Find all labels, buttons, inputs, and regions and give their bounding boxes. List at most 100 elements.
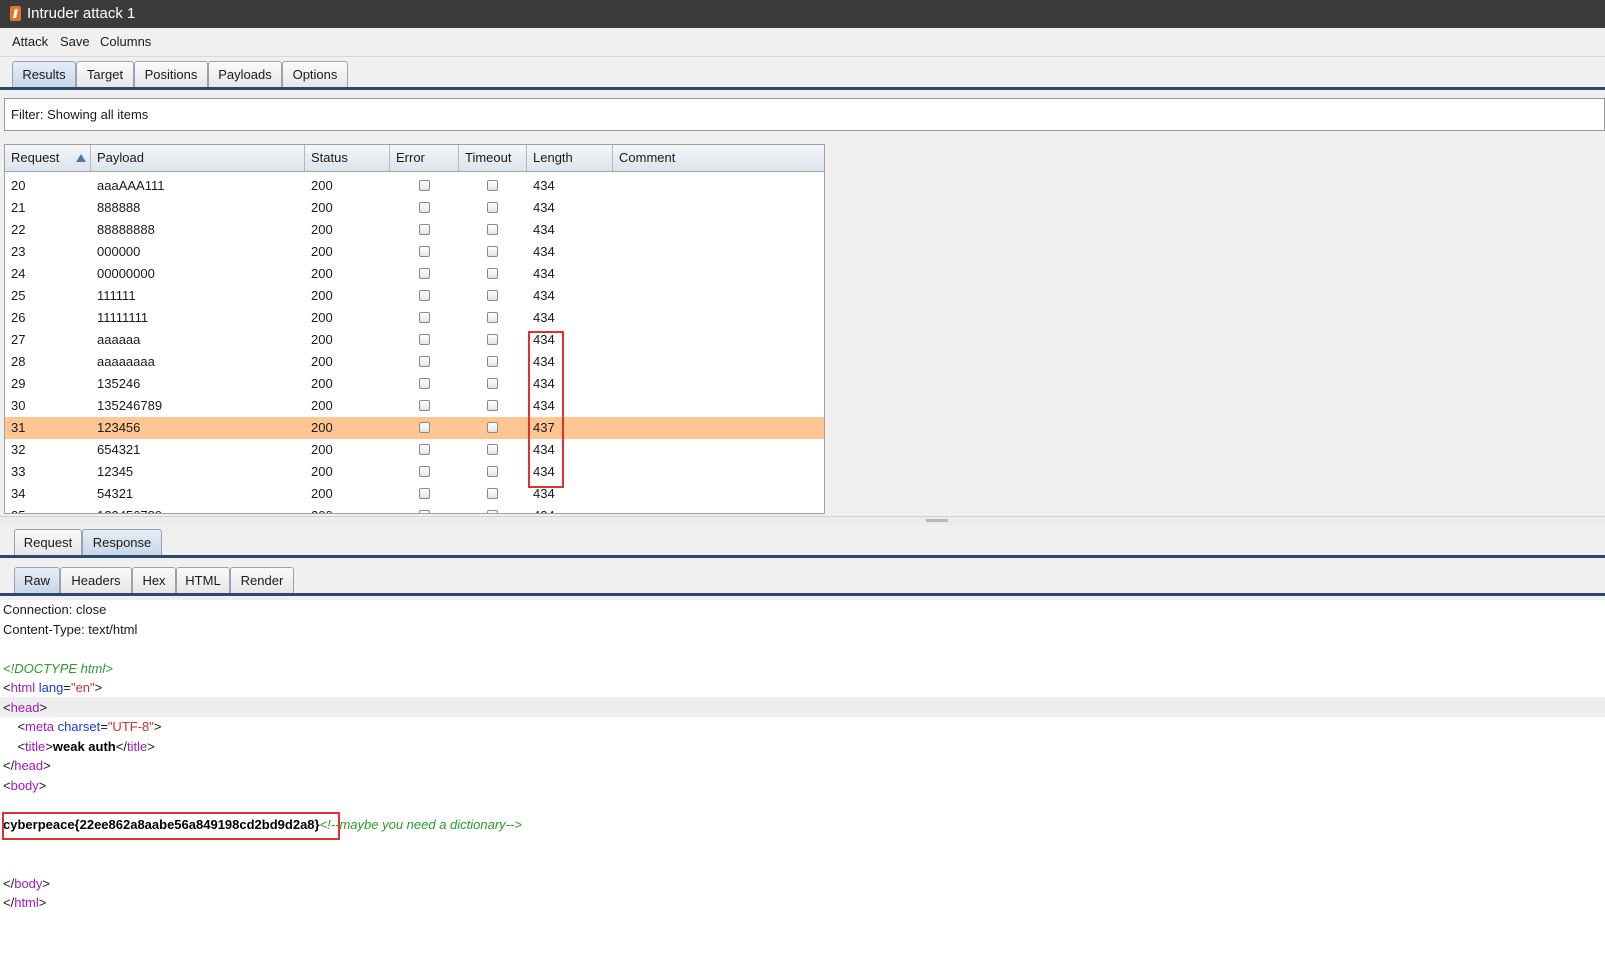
table-row[interactable]: 27 aaaaaa 200 434 [5,329,824,351]
tab-positions[interactable]: Positions [134,61,208,88]
title-bar: Intruder attack 1 [0,0,1605,28]
header-request[interactable]: Request [5,145,91,171]
splitter-grip-icon[interactable] [926,519,948,522]
burp-logo-icon [10,6,21,21]
cell-request: 33 [11,464,26,479]
timeout-checkbox[interactable] [487,488,498,499]
cell-payload: 654321 [97,442,141,457]
timeout-checkbox[interactable] [487,400,498,411]
table-row[interactable]: 35 123456789 200 434 [5,505,824,513]
header-content-type: Content-Type: text/html [3,622,138,637]
cell-length: 434 [533,310,555,325]
timeout-checkbox[interactable] [487,268,498,279]
error-checkbox[interactable] [419,312,430,323]
timeout-checkbox[interactable] [487,334,498,345]
error-checkbox[interactable] [419,202,430,213]
tab-html[interactable]: HTML [176,567,230,594]
tab-payloads[interactable]: Payloads [208,61,282,88]
table-row[interactable]: 32 654321 200 434 [5,439,824,461]
cell-status: 200 [311,266,333,281]
cell-status: 200 [311,200,333,215]
header-status[interactable]: Status [305,145,390,171]
table-row[interactable]: 23 000000 200 434 [5,241,824,263]
filter-bar[interactable]: Filter: Showing all items [4,98,1605,131]
error-checkbox[interactable] [419,378,430,389]
header-payload[interactable]: Payload [91,145,305,171]
table-row[interactable]: 31 123456 200 437 [5,417,824,439]
cell-status: 200 [311,354,333,369]
table-row[interactable]: 29 135246 200 434 [5,373,824,395]
timeout-checkbox[interactable] [487,510,498,513]
timeout-checkbox[interactable] [487,378,498,389]
table-row[interactable]: 30 135246789 200 434 [5,395,824,417]
tab-options[interactable]: Options [282,61,348,88]
tab-headers[interactable]: Headers [60,567,132,594]
doctype-line: <!DOCTYPE html> [3,661,113,676]
error-checkbox[interactable] [419,400,430,411]
table-row[interactable]: 22 88888888 200 434 [5,219,824,241]
cell-request: 35 [11,505,25,513]
table-row[interactable]: 26 11111111 200 434 [5,307,824,329]
error-checkbox[interactable] [419,510,430,513]
error-checkbox[interactable] [419,466,430,477]
cell-request: 24 [11,266,26,281]
cell-status: 200 [311,420,333,435]
error-checkbox[interactable] [419,180,430,191]
menu-attack[interactable]: Attack [12,34,48,49]
menu-save[interactable]: Save [60,34,90,49]
pane-splitter[interactable] [0,516,1605,525]
error-checkbox[interactable] [419,356,430,367]
tab-raw[interactable]: Raw [14,567,60,594]
tab-request[interactable]: Request [14,529,82,556]
cell-payload: aaaAAA111 [97,178,165,193]
cell-status: 200 [311,376,333,391]
table-row[interactable]: 25 111111 200 434 [5,285,824,307]
response-viewer[interactable]: Connection: close Content-Type: text/htm… [0,600,1605,960]
timeout-checkbox[interactable] [487,180,498,191]
tab-render[interactable]: Render [230,567,294,594]
table-row[interactable]: 28 aaaaaaaa 200 434 [5,351,824,373]
results-table: Request Payload Status Error Timeout Len… [4,144,825,514]
tab-hex[interactable]: Hex [132,567,176,594]
timeout-checkbox[interactable] [487,466,498,477]
tab-response[interactable]: Response [82,529,162,556]
table-row[interactable]: 24 00000000 200 434 [5,263,824,285]
timeout-checkbox[interactable] [487,312,498,323]
timeout-checkbox[interactable] [487,444,498,455]
timeout-checkbox[interactable] [487,246,498,257]
menu-columns[interactable]: Columns [100,34,151,49]
cell-request: 20 [11,178,26,193]
table-row[interactable]: 34 54321 200 434 [5,483,824,505]
cell-request: 23 [11,244,26,259]
error-checkbox[interactable] [419,246,430,257]
empty-area [826,144,1605,514]
head-open-line: <head> [3,700,48,715]
error-checkbox[interactable] [419,334,430,345]
timeout-checkbox[interactable] [487,224,498,235]
error-checkbox[interactable] [419,268,430,279]
error-checkbox[interactable] [419,488,430,499]
table-row[interactable]: 20 aaaAAA111 200 434 [5,175,824,197]
tab-results[interactable]: Results [12,61,76,88]
html-comment: <!--maybe you need a dictionary--> [319,817,522,832]
header-timeout[interactable]: Timeout [459,145,527,171]
timeout-checkbox[interactable] [487,290,498,301]
tab-target[interactable]: Target [76,61,134,88]
cell-request: 25 [11,288,26,303]
header-length[interactable]: Length [527,145,613,171]
error-checkbox[interactable] [419,290,430,301]
table-row[interactable]: 21 888888 200 434 [5,197,824,219]
header-error[interactable]: Error [390,145,459,171]
header-comment[interactable]: Comment [613,145,824,171]
error-checkbox[interactable] [419,224,430,235]
cell-payload: 54321 [97,486,134,501]
error-checkbox[interactable] [419,444,430,455]
sort-ascending-icon [76,154,86,162]
timeout-checkbox[interactable] [487,202,498,213]
table-row[interactable]: 33 12345 200 434 [5,461,824,483]
cell-payload: 12345 [97,464,134,479]
error-checkbox[interactable] [419,422,430,433]
timeout-checkbox[interactable] [487,422,498,433]
message-tabs: Request Response [0,526,1605,558]
timeout-checkbox[interactable] [487,356,498,367]
